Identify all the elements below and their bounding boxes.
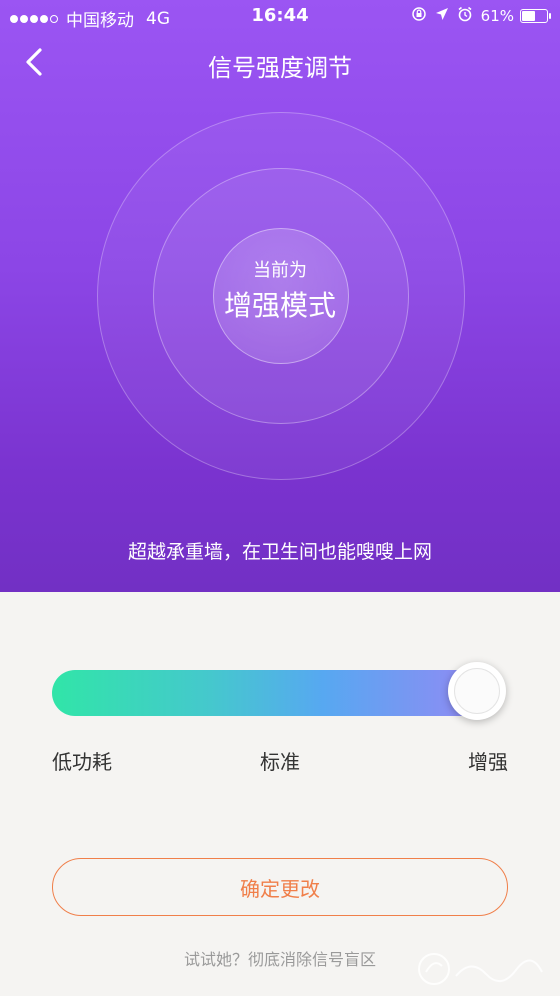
page-title: 信号强度调节: [208, 54, 352, 82]
location-icon: [435, 7, 449, 25]
status-bar: 中国移动 4G 16:44 61%: [0, 0, 560, 32]
current-mode-caption: 当前为: [253, 260, 307, 281]
battery-percent: 61%: [480, 7, 514, 25]
confirm-change-button[interactable]: 确定更改: [52, 858, 508, 916]
orientation-lock-icon: [411, 6, 427, 26]
watermark-logo: [416, 948, 546, 990]
slider-label-enhanced[interactable]: 增强: [468, 746, 508, 775]
hero-panel: 中国移动 4G 16:44 61% 信号强度调节 当前为 增强模式 超越承重墙，…: [0, 0, 560, 592]
signal-strength-slider[interactable]: [52, 670, 504, 716]
current-mode-value: 增强模式: [223, 289, 336, 322]
mode-tagline: 超越承重墙，在卫生间也能嗖嗖上网: [127, 541, 432, 563]
battery-icon: [520, 9, 551, 23]
status-right: 61%: [403, 6, 551, 26]
slider-thumb[interactable]: [448, 662, 506, 720]
nav-bar: 信号强度调节: [0, 32, 560, 96]
slider-thumb-inner: [454, 668, 500, 714]
alarm-icon: [457, 6, 473, 26]
